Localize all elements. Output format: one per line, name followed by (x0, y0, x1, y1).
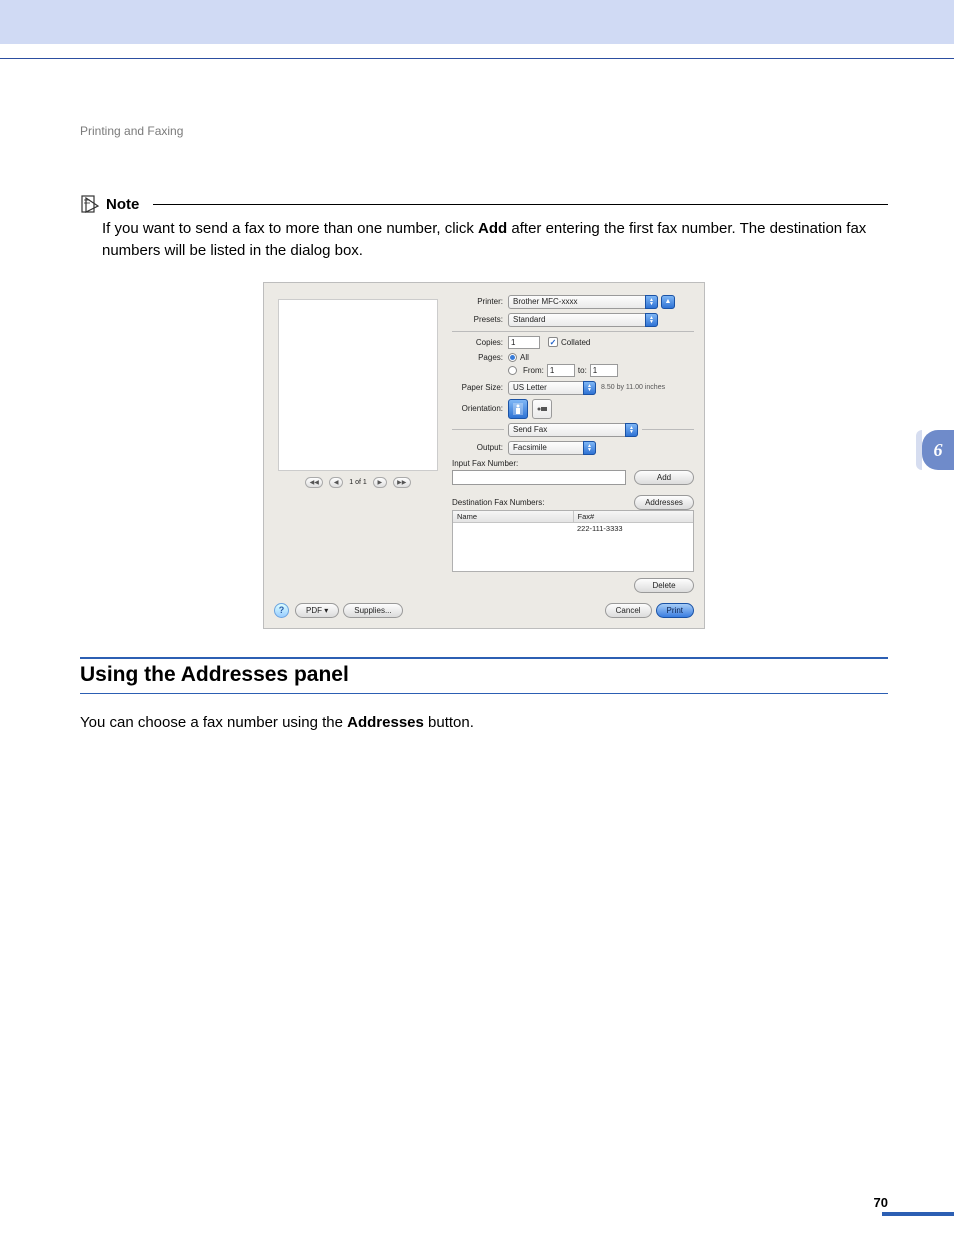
delete-button[interactable]: Delete (634, 578, 694, 593)
nav-first-button[interactable]: ◀◀ (305, 477, 323, 488)
presets-select[interactable]: Standard ▲▼ (508, 313, 658, 327)
printer-status-button[interactable]: ▲ (661, 295, 675, 309)
output-select[interactable]: Facsimile ▲▼ (508, 441, 596, 455)
pages-to-label: to: (578, 366, 587, 375)
papersize-label: Paper Size: (452, 383, 508, 392)
pages-from-radio[interactable] (508, 366, 517, 375)
note-block: Note If you want to send a fax to more t… (80, 194, 888, 262)
section-header: Printing and Faxing (80, 124, 888, 138)
help-button[interactable]: ? (274, 603, 289, 618)
preview-counter: 1 of 1 (349, 479, 367, 486)
section-rule-bottom (80, 693, 888, 694)
printer-select[interactable]: Brother MFC-xxxx ▲▼ (508, 295, 658, 309)
pages-from-label: From: (523, 366, 544, 375)
dest-table[interactable]: Name Fax# 222-111-3333 (452, 510, 694, 572)
section-heading: Using the Addresses panel (80, 663, 888, 687)
orientation-label: Orientation: (452, 404, 508, 413)
pdf-button[interactable]: PDF ▾ (295, 603, 339, 618)
note-rule (153, 204, 888, 205)
copies-label: Copies: (452, 338, 508, 347)
output-label: Output: (452, 443, 508, 452)
add-button[interactable]: Add (634, 470, 694, 485)
addresses-button[interactable]: Addresses (634, 495, 694, 510)
nav-prev-button[interactable]: ◀ (329, 477, 343, 488)
input-fax-label: Input Fax Number: (452, 459, 694, 468)
page-number: 70 (874, 1195, 888, 1210)
dest-col-name: Name (453, 511, 574, 522)
dest-label: Destination Fax Numbers: (452, 498, 634, 507)
presets-label: Presets: (452, 315, 508, 324)
copies-input[interactable]: 1 (508, 336, 540, 349)
table-row: 222-111-3333 (453, 523, 693, 534)
pages-all-label: All (520, 353, 529, 362)
nav-last-button[interactable]: ▶▶ (393, 477, 411, 488)
dest-col-fax: Fax# (574, 511, 694, 522)
note-label: Note (106, 196, 147, 213)
dest-row-fax: 222-111-3333 (573, 523, 693, 534)
print-button[interactable]: Print (656, 603, 694, 618)
note-body: If you want to send a fax to more than o… (80, 218, 888, 262)
pages-to-input[interactable]: 1 (590, 364, 618, 377)
section-body: You can choose a fax number using the Ad… (80, 712, 888, 734)
collated-label: Collated (561, 338, 590, 347)
orientation-landscape-button[interactable] (532, 399, 552, 419)
note-icon (80, 194, 100, 214)
collated-checkbox[interactable]: ✓ (548, 337, 558, 347)
pages-from-input[interactable]: 1 (547, 364, 575, 377)
printer-label: Printer: (452, 297, 508, 306)
panel-select[interactable]: Send Fax ▲▼ (508, 423, 638, 437)
papersize-dims: 8.50 by 11.00 inches (601, 384, 665, 391)
preview-area (278, 299, 438, 471)
print-dialog: ◀◀ ◀ 1 of 1 ▶ ▶▶ Printer: Brother MFC-xx… (263, 282, 705, 629)
section-rule-top (80, 657, 888, 659)
pages-label: Pages: (452, 353, 508, 362)
page-bar (882, 1212, 954, 1216)
pages-all-radio[interactable] (508, 353, 517, 362)
cancel-button[interactable]: Cancel (605, 603, 652, 618)
papersize-select[interactable]: US Letter ▲▼ (508, 381, 596, 395)
supplies-button[interactable]: Supplies... (343, 603, 402, 618)
nav-next-button[interactable]: ▶ (373, 477, 387, 488)
input-fax-field[interactable] (452, 470, 626, 485)
preview-nav: ◀◀ ◀ 1 of 1 ▶ ▶▶ (305, 477, 411, 488)
orientation-portrait-button[interactable] (508, 399, 528, 419)
top-banner (0, 0, 954, 44)
